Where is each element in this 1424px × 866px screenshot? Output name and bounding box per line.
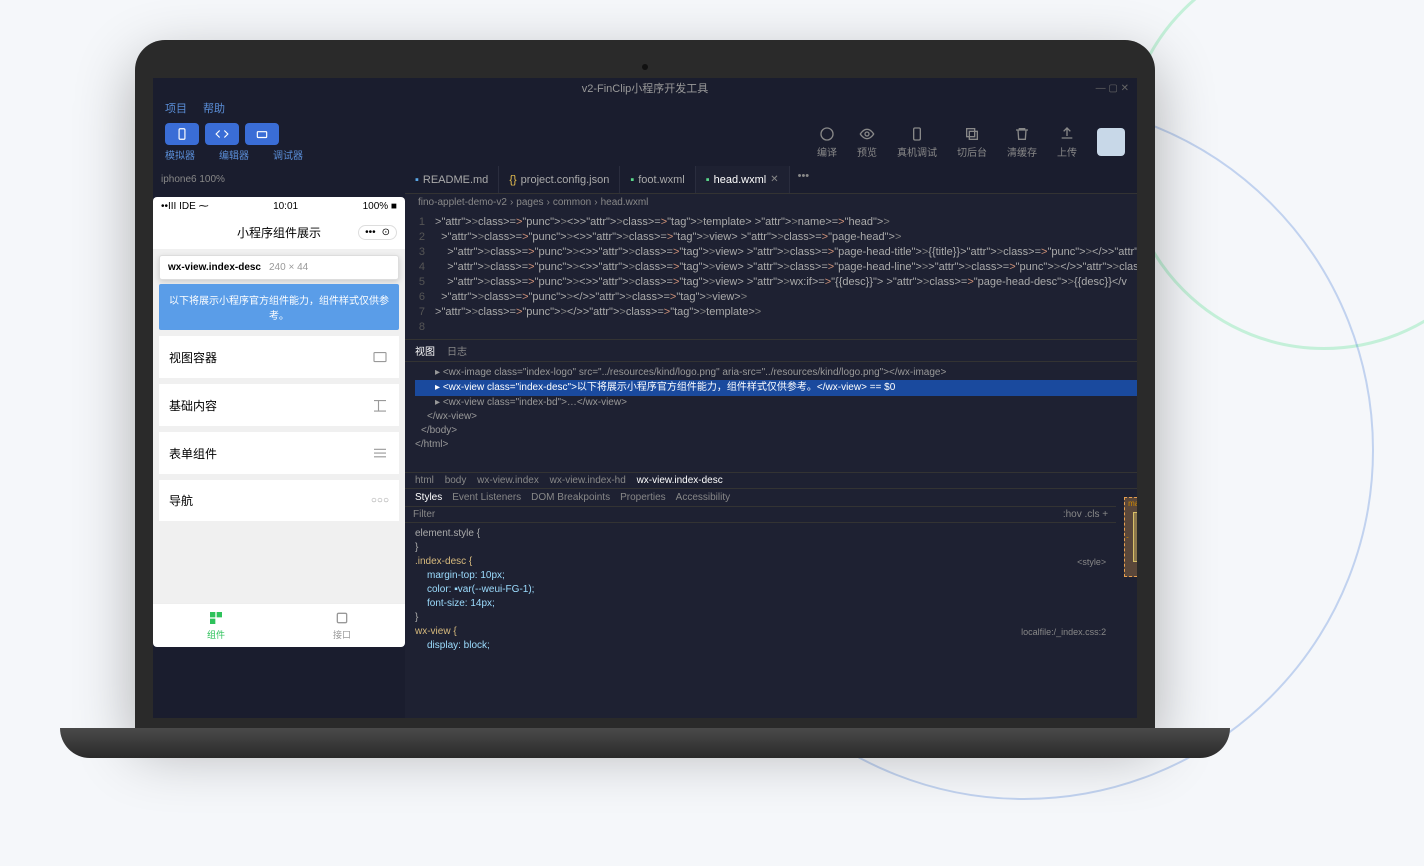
mode-debugger[interactable] bbox=[245, 123, 279, 145]
phone-simulator: ••III IDE ⁓ 10:01 100% ■ 小程序组件展示 •••⊙ wx… bbox=[153, 197, 405, 647]
tab-head-wxml[interactable]: ▪head.wxml✕ bbox=[696, 166, 790, 193]
action-preview[interactable]: 预览 bbox=[857, 126, 877, 159]
topbar: 模拟器 编辑器 调试器 编译 预览 真机调试 切后台 清缓存 上传 bbox=[153, 118, 1137, 166]
close-icon[interactable]: ✕ bbox=[770, 174, 778, 185]
styles-tab-events[interactable]: Event Listeners bbox=[452, 492, 521, 503]
dom-breadcrumb: html body wx-view.index wx-view.index-hd… bbox=[405, 472, 1137, 489]
code-editor[interactable]: 1>"attr">>class>=>"punc">><>>"attr">>cla… bbox=[405, 211, 1137, 339]
editor-area: ▪README.md {}project.config.json ▪foot.w… bbox=[405, 166, 1137, 718]
devtools-tab-view[interactable]: 视图 bbox=[415, 343, 435, 358]
filter-input[interactable]: Filter bbox=[413, 509, 435, 520]
menubar: 项目 帮助 bbox=[153, 98, 1137, 118]
tab-project-config[interactable]: {}project.config.json bbox=[499, 166, 620, 193]
action-background[interactable]: 切后台 bbox=[957, 126, 987, 159]
inspector-tooltip: wx-view.index-desc 240 × 44 bbox=[159, 255, 399, 280]
styles-tab-a11y[interactable]: Accessibility bbox=[676, 492, 730, 503]
mode-editor[interactable] bbox=[205, 123, 239, 145]
devtools: 视图 日志 ▸ <wx-image class="index-logo" src… bbox=[405, 339, 1137, 669]
device-info: iphone6 100% bbox=[153, 170, 405, 189]
highlighted-element: 以下将展示小程序官方组件能力，组件样式仅供参考。 bbox=[159, 284, 399, 330]
tab-api[interactable]: 接口 bbox=[279, 604, 405, 647]
page-title: 小程序组件展示 bbox=[237, 224, 321, 241]
devtools-tab-log[interactable]: 日志 bbox=[447, 343, 467, 358]
tab-components[interactable]: 组件 bbox=[153, 604, 279, 647]
avatar[interactable] bbox=[1097, 128, 1125, 156]
menu-help[interactable]: 帮助 bbox=[203, 100, 225, 116]
tab-readme[interactable]: ▪README.md bbox=[405, 166, 499, 193]
mode-simulator[interactable] bbox=[165, 123, 199, 145]
css-rules[interactable]: element.style { } .index-desc {<style> m… bbox=[405, 523, 1116, 657]
styles-tab-dom-bp[interactable]: DOM Breakpoints bbox=[531, 492, 610, 503]
styles-tab-styles[interactable]: Styles bbox=[415, 492, 442, 503]
screen: v2-FinClip小程序开发工具 — ▢ ✕ 项目 帮助 模拟器 编辑器 调试… bbox=[153, 78, 1137, 718]
window-controls[interactable]: — ▢ ✕ bbox=[1096, 83, 1129, 94]
laptop-frame: v2-FinClip小程序开发工具 — ▢ ✕ 项目 帮助 模拟器 编辑器 调试… bbox=[60, 40, 1230, 810]
capsule-button[interactable]: •••⊙ bbox=[358, 225, 397, 240]
list-item[interactable]: 表单组件 bbox=[159, 432, 399, 474]
menu-project[interactable]: 项目 bbox=[165, 100, 187, 116]
app-title: v2-FinClip小程序开发工具 bbox=[582, 80, 709, 96]
editor-tabs: ▪README.md {}project.config.json ▪foot.w… bbox=[405, 166, 1137, 194]
titlebar: v2-FinClip小程序开发工具 — ▢ ✕ bbox=[153, 78, 1137, 98]
hov-cls[interactable]: :hov .cls + bbox=[1063, 509, 1108, 520]
action-compile[interactable]: 编译 bbox=[817, 126, 837, 159]
action-upload[interactable]: 上传 bbox=[1057, 126, 1077, 159]
list-item[interactable]: 基础内容 bbox=[159, 384, 399, 426]
more-tabs-icon[interactable]: ••• bbox=[790, 166, 818, 193]
action-clear-cache[interactable]: 清缓存 bbox=[1007, 126, 1037, 159]
dom-tree[interactable]: ▸ <wx-image class="index-logo" src="../r… bbox=[405, 362, 1137, 472]
list-item[interactable]: 视图容器 bbox=[159, 336, 399, 378]
action-remote-debug[interactable]: 真机调试 bbox=[897, 126, 937, 159]
box-model: margin 10 - - - border - padding - 240 ×… bbox=[1116, 489, 1137, 669]
phone-tabbar: 组件 接口 bbox=[153, 603, 405, 647]
styles-tab-props[interactable]: Properties bbox=[620, 492, 666, 503]
simulator-panel: iphone6 100% ••III IDE ⁓ 10:01 100% ■ 小程… bbox=[153, 166, 405, 718]
tab-foot-wxml[interactable]: ▪foot.wxml bbox=[620, 166, 695, 193]
breadcrumb: fino-applet-demo-v2›pages›common›head.wx… bbox=[405, 194, 1137, 211]
list-item[interactable]: 导航○○○ bbox=[159, 480, 399, 521]
